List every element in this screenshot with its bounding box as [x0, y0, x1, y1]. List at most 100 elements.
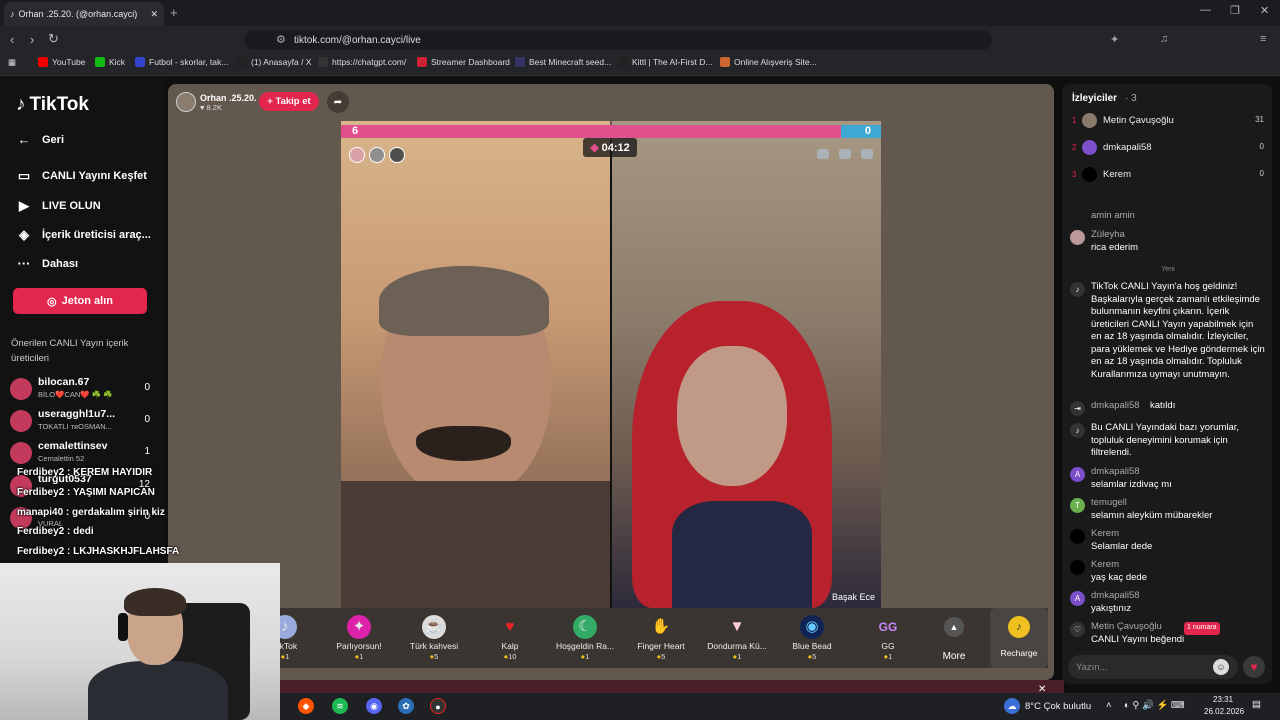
restore-icon[interactable]: ❐ [1230, 4, 1240, 17]
avatar [10, 442, 32, 464]
host-info[interactable]: Orhan .25.20. ♥ 8.2K [176, 90, 257, 114]
avatar [1082, 140, 1097, 155]
share-icon[interactable]: ➦ [327, 91, 349, 113]
tiktok-icon: ♪ [1070, 423, 1085, 438]
x-icon [237, 57, 247, 67]
avatar: A [1070, 591, 1085, 606]
kittl-icon [618, 57, 628, 67]
tray-chevron-icon[interactable]: ˄ [1106, 700, 1112, 711]
bookmark-streamer-dashboard[interactable]: Streamer Dashboard [417, 57, 510, 67]
camera-icon: ▶ [19, 198, 29, 213]
reload-icon[interactable]: ↻ [48, 31, 59, 47]
like-heart-icon[interactable]: ♥ [1243, 656, 1265, 678]
url-text: tiktok.com/@orhan.cayci/live [294, 34, 421, 46]
suggested-creator[interactable]: bilocan.67 BİLO❤️CAN❤️ ☘️ ☘️ 0 [10, 376, 160, 402]
apps-grid-icon[interactable]: ▦ [8, 57, 16, 68]
overlay-chat-line: Ferdibey2 : LKJHASKHJFLAHSFA [17, 546, 180, 557]
youtube-icon [38, 57, 48, 67]
browser-menu-icon[interactable]: ≡ [1260, 33, 1266, 45]
viewer-row[interactable]: 3 Kerem 0 [1072, 167, 1266, 185]
guest-face [677, 346, 787, 486]
bookmark-futbol[interactable]: Futbol - skorlar, tak... [135, 57, 228, 67]
clock-date[interactable]: 26.02.2026 [1204, 707, 1244, 716]
dashboard-icon [417, 57, 427, 67]
overlay-chat-line: Ferdibey2 : dedi [17, 526, 94, 537]
bookmark-x[interactable]: (1) Anasayfa / X [237, 57, 311, 67]
obs-icon[interactable]: ● [430, 698, 446, 714]
bookmark-kick[interactable]: Kick [95, 57, 125, 67]
suggested-creator[interactable]: cemalettinsev Cemalettin 52 1 [10, 440, 160, 466]
sidebar-item-more[interactable]: ··· Dahası [16, 256, 79, 271]
tiktok-note-icon: ♪ [16, 94, 26, 115]
weather-icon: ☁ [1004, 698, 1020, 714]
shopping-icon [720, 57, 730, 67]
gift-item[interactable]: ☕ Türk kahvesi ●5 [399, 608, 469, 668]
bookmark-youtube[interactable]: YouTube [38, 57, 85, 67]
spotify-icon[interactable]: ≋ [332, 698, 348, 714]
ramadan-gift-icon: ☾ [573, 615, 597, 639]
gift-item[interactable]: ✋ Finger Heart ●5 [626, 608, 696, 668]
empty-seat-icon [817, 149, 829, 159]
back-link[interactable]: ← Geri [16, 132, 65, 147]
host-hair [379, 266, 549, 336]
close-tab-icon[interactable]: ✕ [150, 9, 158, 20]
forward-arrow-icon[interactable]: › [30, 32, 34, 47]
supporter-avatar[interactable] [389, 147, 405, 163]
gift-item[interactable]: ✦ Parlıyorsun! ●1 [324, 608, 394, 668]
sidebar-item-explore-live[interactable]: ▭ CANLI Yayını Keşfet [16, 168, 147, 184]
bookmark-minecraft[interactable]: Best Minecraft seed... [515, 57, 611, 67]
clock-time[interactable]: 23:31 [1213, 695, 1233, 704]
viewer-row[interactable]: 1 Metin Çavuşoğlu 31 [1072, 113, 1266, 131]
get-coins-button[interactable]: ◎ Jeton alın [13, 288, 147, 314]
bookmark-shopping[interactable]: Online Alışveriş Site... [720, 57, 817, 67]
supporter-avatar[interactable] [369, 147, 385, 163]
back-arrow-icon[interactable]: ‹ [10, 32, 14, 47]
recharge-button[interactable]: ♪ Recharge [990, 608, 1048, 668]
notifications-icon[interactable]: ▤ [1252, 699, 1261, 710]
minimize-icon[interactable]: — [1200, 4, 1211, 16]
tiktok-logo[interactable]: ♪ TikTok [16, 94, 89, 116]
window-close-icon[interactable]: ✕ [1260, 4, 1269, 17]
more-gifts-button[interactable]: ▲ More [934, 612, 974, 664]
sidebar-item-creator-tools[interactable]: ◈ İçerik üreticisi araç... [16, 227, 151, 243]
new-tab-icon[interactable]: + [170, 5, 178, 20]
brave-icon[interactable]: ◆ [298, 698, 314, 714]
avatar [1070, 230, 1085, 245]
battle-score-bar: 6 0 [341, 125, 881, 138]
viewer-row[interactable]: 2 dmkapali58 0 [1072, 140, 1266, 158]
bookmark-chatgpt[interactable]: https://chatgpt.com/ [318, 57, 406, 67]
gift-item[interactable]: ♥ Kalp ●10 [475, 608, 545, 668]
suggested-creator[interactable]: useragghl1u7... TOKATLI ᴛʀOSMAN... 0 [10, 408, 160, 434]
weather-text[interactable]: 8°C Çok bulutlu [1025, 701, 1091, 712]
bookmark-kittl[interactable]: Kittl | The AI-First D... [618, 57, 712, 67]
app-icon[interactable]: ✿ [398, 698, 414, 714]
headset [118, 613, 128, 641]
back-arrow-icon: ← [17, 132, 31, 147]
guest-clothes [672, 501, 812, 608]
avatar [1070, 560, 1085, 575]
futbol-icon [135, 57, 145, 67]
tray-icons[interactable]: ◐ ⚲ 🔊 ⚡ ⌨ [1124, 700, 1185, 711]
battle-timer: ◆ 04:12 [583, 138, 637, 157]
minecraft-icon [515, 57, 525, 67]
extensions-icon[interactable]: ✦ [1110, 33, 1119, 46]
follow-button[interactable]: + Takip et [259, 92, 319, 111]
gift-item[interactable]: ☾ Hoşgeldin Ra... ●1 [550, 608, 620, 668]
supporter-avatar[interactable] [349, 147, 365, 163]
discord-icon[interactable]: ◉ [366, 698, 382, 714]
gift-item[interactable]: ▼ Dondurma Kü... ●1 [702, 608, 772, 668]
battle-divider [610, 141, 612, 608]
avatar [1082, 113, 1097, 128]
gift-item[interactable]: ◉ Blue Bead ●5 [777, 608, 847, 668]
address-bar[interactable]: tiktok.com/@orhan.cayci/live [244, 30, 992, 50]
gift-item[interactable]: GG GG ●1 [853, 608, 923, 668]
site-info-icon[interactable]: ⚙ [276, 33, 286, 46]
host-shirt [341, 481, 610, 608]
music-icon[interactable]: ♫ [1160, 33, 1168, 45]
overlay-chat-line: Ferdibey2 : YAŞIMI NAPICAN [17, 487, 155, 498]
browser-tab[interactable]: ♪ Orhan .25.20. (@orhan.cayci) ✕ [4, 2, 164, 26]
sidebar-item-go-live[interactable]: ▶ LIVE OLUN [16, 198, 101, 214]
chatgpt-icon [318, 57, 328, 67]
emoji-icon[interactable]: ☺ [1213, 659, 1229, 675]
coin-icon: ♪ [1008, 616, 1030, 638]
